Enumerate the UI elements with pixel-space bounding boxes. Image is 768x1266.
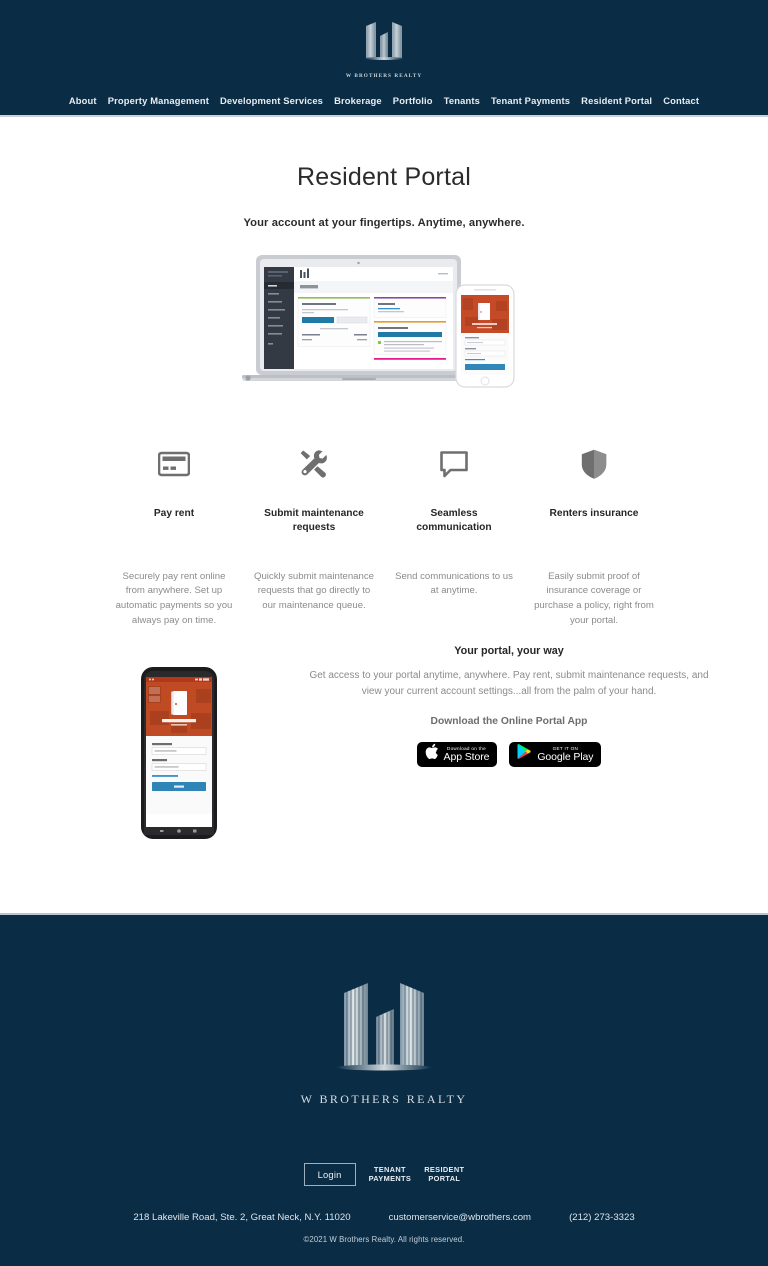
feature-pay-rent: Pay rent [104,443,244,535]
main-navigation: About Property Management Development Se… [0,89,768,115]
app-store-badge-big: App Store [443,750,490,763]
chat-bubble-icon [394,443,514,485]
footer-link-line2: PAYMENTS [368,1174,412,1184]
feature-description: Easily submit proof of insurance coverag… [534,570,654,627]
nav-item-development-services[interactable]: Development Services [220,95,323,106]
device-mockup [234,251,534,391]
google-play-badge[interactable]: GET IT ON Google Play [509,741,602,767]
apple-icon [425,743,439,765]
footer-links: Login TENANT PAYMENTS RESIDENT PORTAL [0,1162,768,1186]
nav-item-about[interactable]: About [69,95,97,106]
footer-link-line2: PORTAL [428,1174,461,1184]
feature-label: Renters insurance [549,508,639,519]
section-spacer [0,842,768,913]
portal-body-text: Get access to your portal anytime, anywh… [309,669,709,697]
portal-section: Your portal, your way Get access to your… [54,639,714,843]
footer-copyright: ©2021 W Brothers Realty. All rights rese… [303,1234,465,1244]
footer-logo[interactable]: W BROTHERS REALTY [0,975,768,1117]
feature-label: Seamless communication [416,508,492,533]
footer-contact-row: 218 Lakeville Road, Ste. 2, Great Neck, … [0,1212,768,1223]
footer-link-line1: RESIDENT [424,1165,465,1174]
footer-link-line1: TENANT [373,1165,406,1174]
app-store-badges: Download on the App Store GET IT ON Goog… [304,741,714,767]
footer-address: 218 Lakeville Road, Ste. 2, Great Neck, … [133,1211,351,1223]
nav-item-contact[interactable]: Contact [663,95,699,106]
feature-communication: Seamless communication [384,443,524,535]
tools-icon [254,443,374,485]
feature-renters-insurance: Renters insurance [524,443,664,535]
shield-icon [534,443,654,485]
feature-description: Securely pay rent online from anywhere. … [115,570,233,627]
footer-email-link[interactable]: customerservice@wbrothers.com [389,1212,532,1223]
header-logo[interactable]: W BROTHERS REALTY [0,18,768,89]
hero-section: Resident Portal Your account at your fin… [0,117,768,391]
nav-item-property-management[interactable]: Property Management [108,95,209,106]
footer-link-tenant-payments[interactable]: TENANT PAYMENTS [369,1165,412,1184]
nav-item-brokerage[interactable]: Brokerage [334,95,382,106]
hero-subtitle: Your account at your fingertips. Anytime… [243,217,525,229]
features-row: Pay rent Submit maintenance requests Sea… [104,443,664,535]
credit-card-icon [114,443,234,485]
feature-label: Pay rent [153,508,195,519]
feature-maintenance: Submit maintenance requests [244,443,384,535]
footer-phone-link[interactable]: (212) 273-3323 [569,1212,635,1223]
feature-label: Submit maintenance requests [264,508,364,533]
nav-item-resident-portal[interactable]: Resident Portal [581,95,652,106]
feature-description: Quickly submit maintenance requests that… [254,570,374,612]
three-towers-logo-icon [314,975,454,1088]
android-phone-illustration [141,666,217,839]
page-title: Resident Portal [297,163,471,191]
footer-link-resident-portal[interactable]: RESIDENT PORTAL [424,1165,464,1184]
feature-descriptions-row: Securely pay rent online from anywhere. … [104,570,664,629]
portal-copy: Your portal, your way Get access to your… [304,639,714,767]
nav-item-tenant-payments[interactable]: Tenant Payments [491,95,570,106]
footer-brand-word: W BROTHERS REALTY [300,1091,468,1106]
portal-download-label: Download the Online Portal App [430,715,588,727]
nav-item-portfolio[interactable]: Portfolio [393,95,433,106]
nav-item-tenants[interactable]: Tenants [444,95,480,106]
site-footer: W BROTHERS REALTY Login TENANT PAYMENTS … [0,912,768,1266]
header-brand-word: W BROTHERS REALTY [345,73,423,79]
site-header: W BROTHERS REALTY About Property Managem… [0,0,768,117]
phone-mockup [54,639,304,843]
laptop-and-phone-illustration [242,255,515,388]
app-store-badge[interactable]: Download on the App Store [416,741,498,767]
portal-heading: Your portal, your way [454,644,564,657]
google-play-icon [517,743,532,765]
google-play-badge-big: Google Play [537,750,594,763]
footer-login-button[interactable]: Login [303,1162,356,1186]
feature-description: Send communications to us at anytime. [395,570,513,597]
three-towers-logo-icon [352,18,416,71]
